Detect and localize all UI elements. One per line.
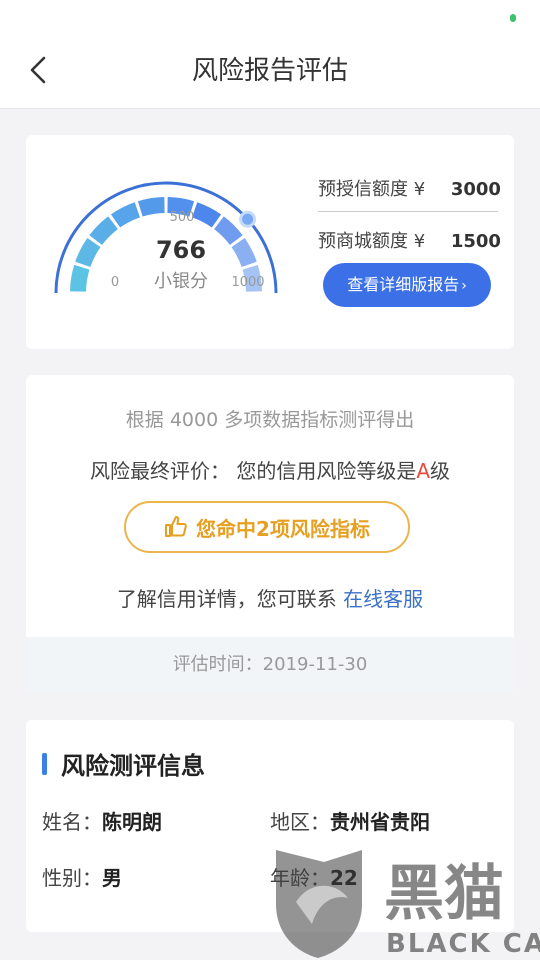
view-detailed-report-button[interactable]: 查看详细版报告 › [323, 263, 491, 307]
gauge-segment [75, 237, 101, 267]
grade-suffix: 级 [430, 459, 451, 483]
risk-grade: A [416, 459, 431, 483]
gauge-segment [89, 216, 118, 245]
tick-mid-label: 500 [170, 210, 195, 225]
pre-credit-label: 预授信额度 ¥ [318, 179, 426, 200]
chevron-right-icon: › [461, 278, 467, 294]
pre-credit-value: 3000 [450, 179, 501, 200]
gender-label: 性别： [42, 866, 102, 890]
age-field: 年龄：22 [270, 862, 358, 891]
score-card: 766 小银分 0 500 1000 预授信额度 ¥ 3000 预商城额度 ¥ … [26, 135, 514, 349]
contact-text: 了解信用详情，您可联系 [116, 587, 344, 611]
gauge-segment [70, 264, 90, 292]
contact-line: 了解信用详情，您可联系 在线客服 [26, 583, 514, 612]
name-value: 陈明朗 [102, 810, 162, 834]
age-label: 年龄： [270, 866, 330, 890]
credit-score-gauge: 766 小银分 0 500 1000 [54, 181, 278, 294]
final-rating-text: 风险最终评价： 您的信用风险等级是 [89, 459, 417, 483]
gauge-pointer-dot [239, 210, 257, 228]
pre-credit-row: 预授信额度 ¥ 3000 [318, 175, 501, 201]
thumbs-up-icon [165, 516, 187, 537]
pre-mall-row: 预商城额度 ¥ 1500 [318, 227, 501, 253]
evaluation-time: 评估时间：2019-11-30 [26, 637, 514, 693]
risk-indicators-button[interactable]: 您命中2项风险指标 [124, 501, 410, 553]
gauge-segment [137, 197, 165, 217]
final-rating: 风险最终评价： 您的信用风险等级是A级 [26, 455, 514, 484]
gender-value: 男 [102, 866, 122, 890]
name-label: 姓名： [42, 810, 102, 834]
assessment-basis: 根据 4000 多项数据指标测评得出 [125, 409, 415, 431]
region-label: 地区： [270, 810, 330, 834]
tick-max-label: 1000 [231, 275, 264, 290]
gauge-segment [231, 237, 257, 267]
score-label: 小银分 [154, 271, 208, 292]
online-service-link[interactable]: 在线客服 [343, 587, 423, 611]
status-indicator [510, 14, 516, 22]
gauge-segment [192, 202, 222, 228]
name-field: 姓名：陈明朗 [42, 806, 162, 835]
risk-info-card: 风险测评信息 姓名：陈明朗 地区：贵州省贵阳 性别：男 年龄：22 [26, 720, 514, 932]
section-accent-bar [42, 752, 47, 775]
section-title-text: 风险测评信息 [61, 752, 205, 780]
score-value: 766 [156, 236, 206, 264]
watermark-en: BLACK CAT [386, 929, 540, 959]
section-title: 风险测评信息 [42, 746, 205, 781]
gauge-segment [214, 216, 243, 245]
gender-field: 性别：男 [42, 862, 122, 891]
header-bar: 风险报告评估 [0, 0, 540, 109]
age-value: 22 [330, 866, 358, 890]
risk-indicators-label: 您命中2项风险指标 [196, 516, 370, 541]
assessment-card: 根据 4000 多项数据指标测评得出 风险最终评价： 您的信用风险等级是A级 您… [26, 375, 514, 693]
tick-min-label: 0 [111, 275, 119, 290]
pre-mall-value: 1500 [450, 231, 501, 252]
pre-mall-label: 预商城额度 ¥ [318, 231, 426, 252]
region-value: 贵州省贵阳 [330, 810, 430, 834]
gauge-segment [110, 202, 140, 228]
detail-button-label: 查看详细版报告 [347, 275, 460, 294]
divider [318, 211, 498, 212]
page-title: 风险报告评估 [191, 56, 348, 86]
region-field: 地区：贵州省贵阳 [270, 806, 430, 835]
